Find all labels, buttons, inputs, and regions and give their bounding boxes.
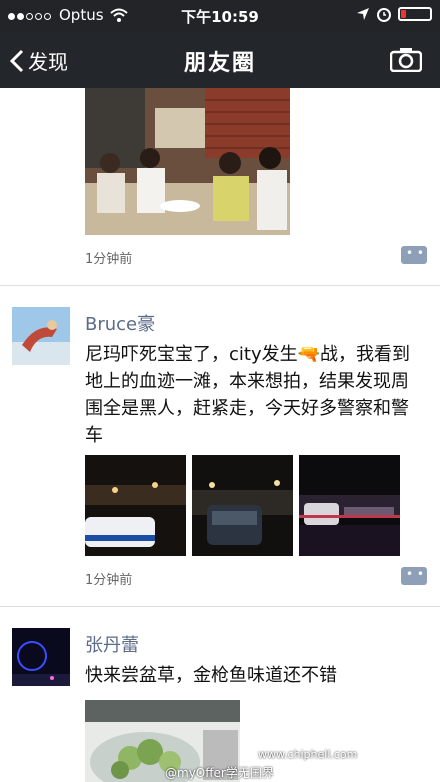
- status-icons: [356, 6, 432, 22]
- alarm-icon: [377, 8, 391, 22]
- post-text: 尼玛吓死宝宝了，city发生🔫战，我看到地上的血迹一滩，本来想拍，结果发现周围全…: [85, 344, 411, 446]
- camera-icon[interactable]: [390, 46, 422, 72]
- watermark-logo: [360, 690, 432, 760]
- author-name[interactable]: 张丹蕾: [85, 631, 139, 657]
- post-photo[interactable]: [192, 455, 293, 556]
- location-icon: [357, 8, 369, 20]
- divider: [0, 285, 440, 286]
- comment-button[interactable]: [401, 567, 427, 585]
- watermark-credit: @myOffer学无国界: [165, 766, 274, 780]
- post-timestamp: 1分钟前: [85, 252, 133, 267]
- post-photo[interactable]: [85, 88, 290, 235]
- avatar[interactable]: [12, 307, 70, 365]
- page-title: 朋友圈: [183, 51, 256, 76]
- battery-icon: [398, 7, 432, 21]
- post-photo[interactable]: [299, 455, 400, 556]
- avatar[interactable]: [12, 628, 70, 686]
- nav-bar: 发现 朋友圈: [0, 32, 440, 88]
- post-text: 快来尝盆草，金枪鱼味道还不错: [85, 665, 337, 686]
- status-bar: Optus 下午10:59: [0, 0, 440, 32]
- watermark-site: www.chiphell.com: [258, 748, 358, 761]
- divider: [0, 606, 440, 607]
- post-timestamp: 1分钟前: [85, 573, 133, 588]
- comment-button[interactable]: [401, 246, 427, 264]
- author-name[interactable]: Bruce豪: [85, 310, 155, 336]
- post-photo[interactable]: [85, 455, 186, 556]
